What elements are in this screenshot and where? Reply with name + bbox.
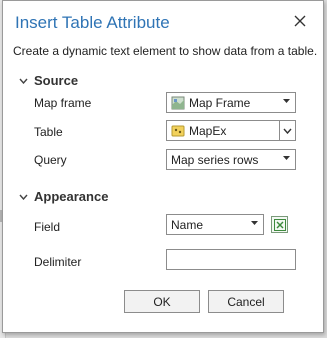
delimiter-input[interactable] xyxy=(166,249,296,270)
dialog-description: Create a dynamic text element to show da… xyxy=(13,44,318,58)
field-dropdown[interactable]: Name xyxy=(166,214,264,235)
field-picker-button[interactable] xyxy=(271,216,288,233)
field-value: Name xyxy=(171,217,204,232)
delimiter-label: Delimiter xyxy=(34,255,82,269)
appearance-section-heading: Appearance xyxy=(34,189,109,204)
chevron-down-icon xyxy=(283,99,290,106)
chevron-down-icon xyxy=(19,192,29,202)
appearance-section-toggle[interactable]: Appearance xyxy=(19,189,108,204)
chevron-down-icon xyxy=(283,156,290,163)
field-label: Field xyxy=(34,220,61,234)
source-section-heading: Source xyxy=(34,73,79,88)
table-icon xyxy=(170,123,185,138)
chevron-down-icon xyxy=(251,221,258,228)
table-label: Table xyxy=(34,125,63,139)
query-dropdown[interactable]: Map series rows xyxy=(166,149,296,170)
query-label: Query xyxy=(34,153,67,167)
ok-button[interactable]: OK xyxy=(124,290,200,313)
dialog-title: Insert Table Attribute xyxy=(15,13,170,32)
table-dropdown-button[interactable] xyxy=(279,121,295,140)
table-value: MapEx xyxy=(189,123,227,138)
chevron-down-icon xyxy=(19,76,29,86)
source-section-toggle[interactable]: Source xyxy=(19,73,78,88)
map-frame-value: Map Frame xyxy=(189,95,251,110)
close-button[interactable] xyxy=(290,11,310,31)
chevron-down-icon xyxy=(283,128,292,134)
table-dropdown[interactable]: MapEx xyxy=(166,120,296,141)
field-picker-icon xyxy=(273,218,286,231)
close-icon xyxy=(294,15,306,27)
map-frame-dropdown[interactable]: Map Frame xyxy=(166,92,296,113)
query-value: Map series rows xyxy=(171,152,259,167)
cancel-button[interactable]: Cancel xyxy=(208,290,284,313)
map-frame-icon xyxy=(170,95,185,110)
map-frame-label: Map frame xyxy=(34,96,92,110)
insert-table-attribute-dialog: Insert Table Attribute Create a dynamic … xyxy=(2,0,324,333)
